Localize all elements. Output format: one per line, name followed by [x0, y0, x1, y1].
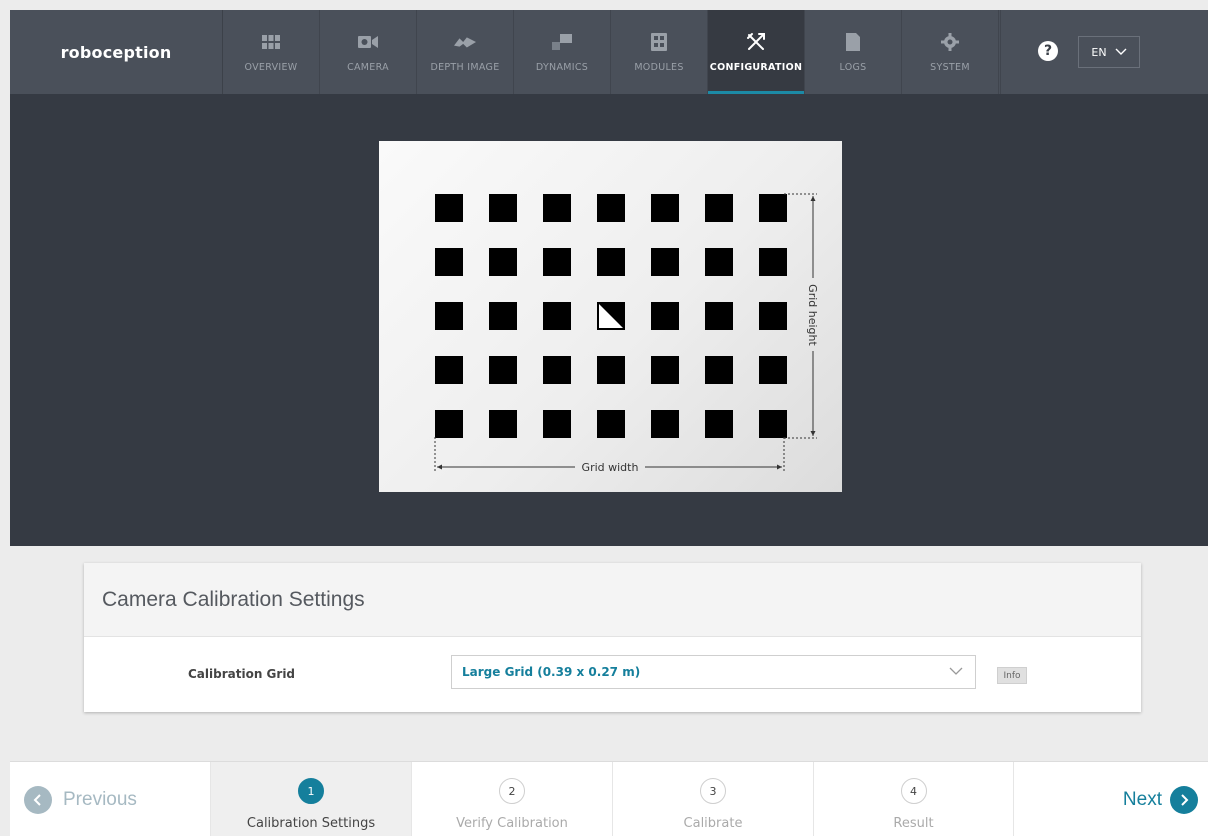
nav-right-controls: ? EN [1000, 10, 1208, 94]
tab-label: MODULES [634, 62, 684, 73]
tab-logs[interactable]: LOGS [805, 10, 902, 94]
tab-modules[interactable]: MODULES [611, 10, 708, 94]
grid-width-label: Grid width [582, 461, 639, 474]
dynamics-icon [551, 31, 573, 53]
language-selector[interactable]: EN [1078, 36, 1140, 68]
grid-square [543, 410, 571, 438]
tab-label: OVERVIEW [244, 62, 298, 73]
previous-button[interactable]: Previous [10, 762, 210, 836]
tab-label: CAMERA [347, 62, 389, 73]
tab-depth-image[interactable]: DEPTH IMAGE [417, 10, 514, 94]
tools-icon [745, 31, 767, 53]
step-label: Verify Calibration [456, 816, 568, 831]
calibration-grid-label: Calibration Grid [188, 667, 296, 681]
camera-icon [357, 31, 379, 53]
grid-square [543, 194, 571, 222]
grid-square [435, 302, 463, 330]
step-number: 2 [499, 778, 525, 804]
info-button[interactable]: Info [997, 667, 1027, 684]
step-calibration-settings[interactable]: 1 Calibration Settings [210, 762, 411, 836]
grid-square [651, 302, 679, 330]
grid-square [489, 248, 517, 276]
tab-camera[interactable]: CAMERA [320, 10, 417, 94]
calibration-grid-select[interactable]: Large Grid (0.39 x 0.27 m) [451, 655, 976, 689]
grid-square [489, 410, 517, 438]
grid-square [543, 356, 571, 384]
tab-overview[interactable]: OVERVIEW [223, 10, 320, 94]
camera-calibration-settings-card: Camera Calibration Settings Calibration … [84, 563, 1141, 712]
grid-height-label: Grid height [806, 284, 819, 346]
gear-icon [939, 31, 961, 53]
step-label: Result [893, 816, 934, 831]
tab-label: LOGS [839, 62, 867, 73]
grid-square [543, 302, 571, 330]
grid-square [759, 248, 787, 276]
step-number: 1 [298, 778, 324, 804]
grid-square [597, 356, 625, 384]
step-result[interactable]: 4 Result [813, 762, 1014, 836]
grid-square [435, 248, 463, 276]
brand-logo[interactable]: roboception [10, 10, 223, 94]
logs-icon [842, 31, 864, 53]
grid-square [759, 410, 787, 438]
calibration-grid-illustration: Grid width Grid height [379, 141, 842, 492]
depth-image-icon [454, 31, 476, 53]
chevron-left-icon [24, 785, 52, 814]
grid-square [705, 356, 733, 384]
grid-square [435, 410, 463, 438]
next-label: Next [1122, 788, 1162, 810]
grid-square [759, 194, 787, 222]
help-icon[interactable]: ? [1038, 41, 1058, 61]
grid-square [543, 248, 571, 276]
calibration-grid-value: Large Grid (0.39 x 0.27 m) [462, 665, 641, 679]
calibration-preview-area: Grid width Grid height [10, 94, 1208, 546]
chevron-down-icon [949, 665, 963, 679]
grid-square [597, 410, 625, 438]
tab-dynamics[interactable]: DYNAMICS [514, 10, 611, 94]
step-number: 4 [900, 778, 927, 804]
grid-square [597, 194, 625, 222]
tab-label: DEPTH IMAGE [430, 62, 500, 73]
chevron-down-icon [1115, 46, 1127, 59]
language-value: EN [1091, 45, 1107, 59]
tab-configuration[interactable]: CONFIGURATION [708, 10, 805, 94]
step-calibrate[interactable]: 3 Calibrate [612, 762, 813, 836]
next-button[interactable]: Next [1123, 762, 1198, 836]
grid-square [651, 356, 679, 384]
previous-label: Previous [63, 788, 137, 810]
grid-square [597, 248, 625, 276]
grid-square [435, 356, 463, 384]
wizard-steps: 1 Calibration Settings 2 Verify Calibrat… [210, 762, 1014, 836]
grid-square [705, 248, 733, 276]
card-title: Camera Calibration Settings [102, 587, 365, 611]
tab-system[interactable]: SYSTEM [902, 10, 999, 94]
step-label: Calibration Settings [246, 816, 376, 831]
wizard-navigation: Previous 1 Calibration Settings 2 Verify… [10, 761, 1208, 836]
tab-label: DYNAMICS [535, 62, 589, 73]
card-header: Camera Calibration Settings [84, 563, 1141, 637]
grid-square [705, 410, 733, 438]
tab-label: SYSTEM [930, 62, 970, 73]
step-label: Calibrate [683, 816, 743, 831]
chevron-right-icon [1170, 785, 1198, 814]
grid-square [759, 356, 787, 384]
tab-label: CONFIGURATION [709, 62, 803, 73]
grid-square [705, 302, 733, 330]
grid-square [651, 194, 679, 222]
grid-square [489, 356, 517, 384]
grid-square [651, 248, 679, 276]
step-number: 3 [700, 778, 726, 804]
grid-square [651, 410, 679, 438]
grid-square [759, 302, 787, 330]
grid-square [489, 194, 517, 222]
step-verify-calibration[interactable]: 2 Verify Calibration [411, 762, 612, 836]
grid-square [489, 302, 517, 330]
grid-square [705, 194, 733, 222]
top-navigation-bar: roboception OVERVIEW CAMERA DEPTH IMAGE [10, 10, 1208, 94]
grid-square [435, 194, 463, 222]
modules-icon [648, 31, 670, 53]
grid-icon [260, 31, 282, 53]
nav-tabs: OVERVIEW CAMERA DEPTH IMAGE DYNAMICS MOD… [223, 10, 999, 94]
